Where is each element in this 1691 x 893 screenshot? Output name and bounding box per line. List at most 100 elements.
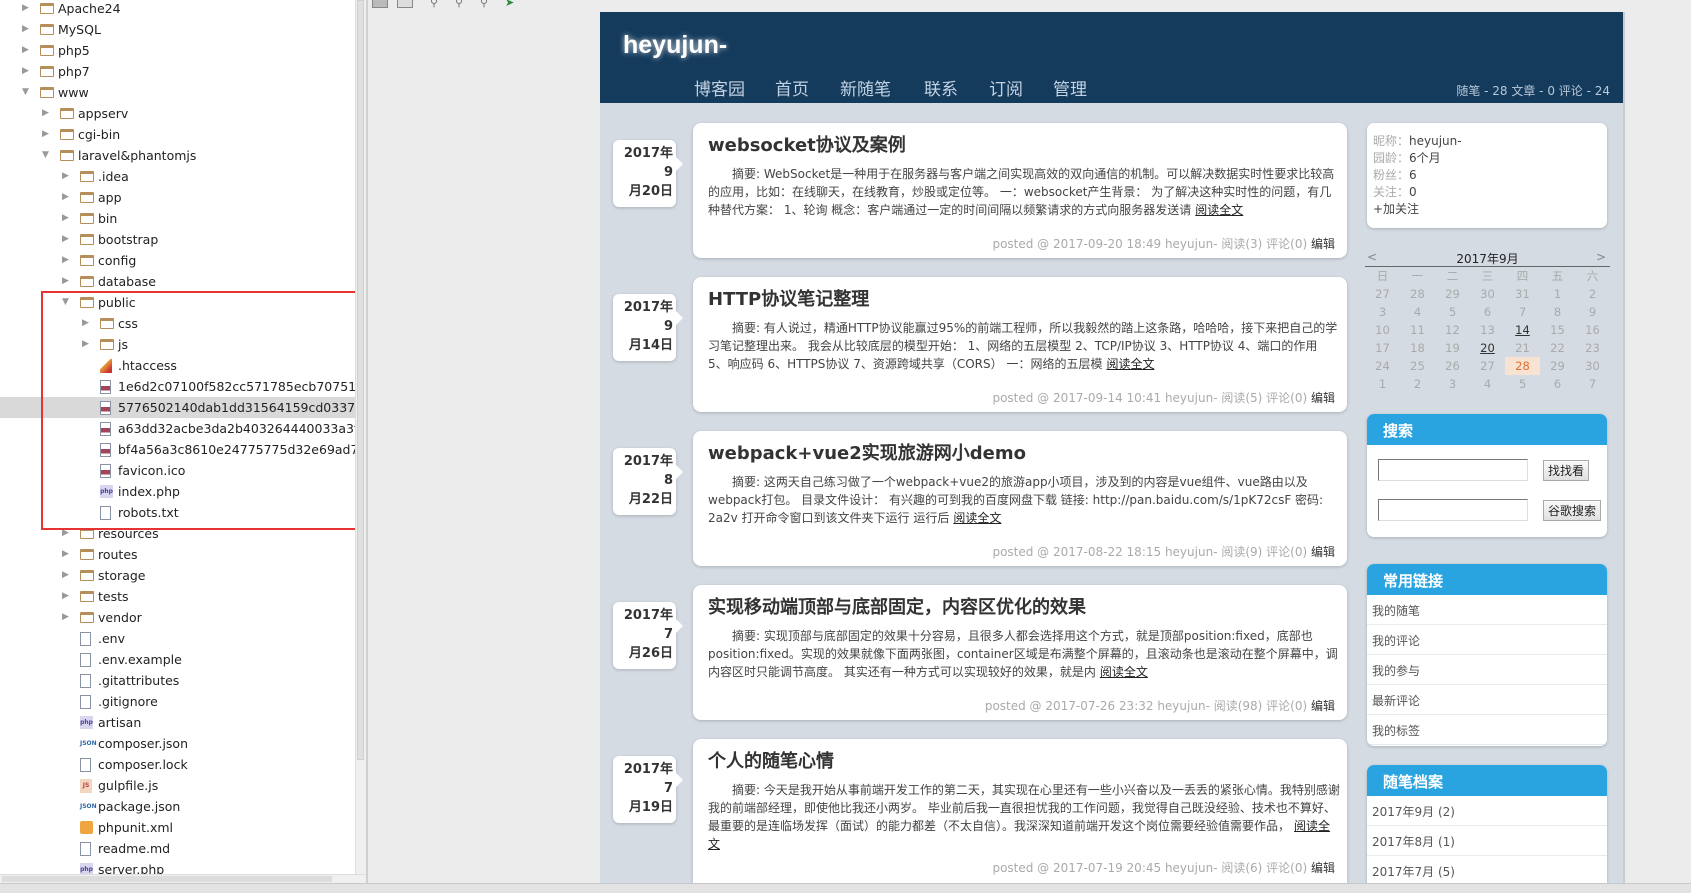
common-link[interactable]: 我的评论 (1367, 625, 1607, 655)
tree-item[interactable]: composer.lock (0, 754, 355, 775)
post-title[interactable]: 实现移动端顶部与底部固定，内容区优化的效果 (708, 593, 1086, 619)
expanded-arrow-icon[interactable]: ▼ (62, 292, 74, 313)
zoom-fit-icon[interactable]: ⚲ (480, 0, 488, 9)
post-title[interactable]: 个人的随笔心情 (708, 747, 834, 773)
tree-item[interactable]: ▶ database (0, 271, 355, 292)
tree-item[interactable]: 5776502140dab1dd31564159cd033754.png (0, 397, 355, 418)
nav-link[interactable]: 新随笔 (840, 75, 891, 100)
edit-link[interactable]: 编辑 (1311, 237, 1335, 251)
collapsed-arrow-icon[interactable]: ▶ (22, 0, 34, 19)
nav-link[interactable]: 联系 (924, 75, 958, 100)
tree-item[interactable]: favicon.ico (0, 460, 355, 481)
tree-item[interactable]: JSON composer.json (0, 733, 355, 754)
tree-item[interactable]: .htaccess (0, 355, 355, 376)
post-title[interactable]: webpack+vue2实现旅游网小demo (708, 439, 1026, 465)
tree-item[interactable]: bf4a56a3c8610e24775775d32e69ad78.png (0, 439, 355, 460)
edit-link[interactable]: 编辑 (1311, 391, 1335, 405)
tree-item[interactable]: robots.txt (0, 502, 355, 523)
tree-item[interactable]: ▶ css (0, 313, 355, 334)
tree-item[interactable]: ▶ bin (0, 208, 355, 229)
grid-view-icon[interactable] (397, 0, 413, 8)
edit-link[interactable]: 编辑 (1311, 861, 1335, 875)
nav-link[interactable]: 首页 (775, 75, 809, 100)
common-link[interactable]: 最新评论 (1367, 685, 1607, 715)
nav-link[interactable]: 订阅 (989, 75, 1023, 100)
tree-item[interactable]: ▶ js (0, 334, 355, 355)
tree-item[interactable]: ▶ storage (0, 565, 355, 586)
nav-link[interactable]: 管理 (1053, 75, 1087, 100)
read-more-link[interactable]: 阅读全文 (1100, 665, 1148, 679)
site-search-input[interactable] (1378, 459, 1528, 481)
collapsed-arrow-icon[interactable]: ▶ (82, 334, 94, 355)
tree-item[interactable]: ▶ php7 (0, 61, 355, 82)
collapsed-arrow-icon[interactable]: ▶ (62, 166, 74, 187)
collapsed-arrow-icon[interactable]: ▶ (62, 523, 74, 544)
tree-item[interactable]: .env.example (0, 649, 355, 670)
collapsed-arrow-icon[interactable]: ▶ (22, 61, 34, 82)
read-more-link[interactable]: 阅读全文 (953, 511, 1001, 525)
tree-item[interactable]: ▼ public (0, 292, 355, 313)
follow-link[interactable]: +加关注 (1373, 201, 1601, 218)
common-link[interactable]: 我的参与 (1367, 655, 1607, 685)
archive-link[interactable]: 2017年9月 (2) (1367, 796, 1607, 826)
panel-divider[interactable] (366, 0, 368, 883)
site-search-button[interactable]: 找找看 (1543, 460, 1590, 481)
collapsed-arrow-icon[interactable]: ▶ (22, 19, 34, 40)
edit-link[interactable]: 编辑 (1311, 545, 1335, 559)
profile-value[interactable]: heyujun- (1409, 134, 1462, 148)
tree-scroll-thumb[interactable] (357, 0, 364, 760)
tree-item[interactable]: ▼ laravel&phantomjs (0, 145, 355, 166)
tree-item[interactable]: phpunit.xml (0, 817, 355, 838)
single-page-view-icon[interactable] (372, 0, 388, 8)
tree-item[interactable]: ▶ vendor (0, 607, 355, 628)
tree-item[interactable]: ▶ app (0, 187, 355, 208)
post-title[interactable]: HTTP协议笔记整理 (708, 285, 869, 311)
read-more-link[interactable]: 阅读全文 (1195, 203, 1243, 217)
calendar-day-link[interactable]: 14 (1505, 321, 1540, 339)
nav-link[interactable]: 博客园 (694, 75, 745, 100)
tree-item[interactable]: 1e6d2c07100f582cc571785ecb70751e.png (0, 376, 355, 397)
google-search-button[interactable]: 谷歌搜索 (1543, 500, 1602, 521)
calendar-next-button[interactable]: > (1596, 250, 1606, 264)
collapsed-arrow-icon[interactable]: ▶ (62, 544, 74, 565)
tree-item[interactable]: php artisan (0, 712, 355, 733)
collapsed-arrow-icon[interactable]: ▶ (62, 565, 74, 586)
tree-item[interactable]: ▶ config (0, 250, 355, 271)
collapsed-arrow-icon[interactable]: ▶ (62, 271, 74, 292)
tree-item[interactable]: ▶ cgi-bin (0, 124, 355, 145)
collapsed-arrow-icon[interactable]: ▶ (62, 229, 74, 250)
tree-item[interactable]: .gitignore (0, 691, 355, 712)
collapsed-arrow-icon[interactable]: ▶ (42, 124, 54, 145)
tree-item[interactable]: ▼ www (0, 82, 355, 103)
blog-title[interactable]: heyujun- (623, 31, 727, 60)
rotate-icon[interactable]: ➤ (505, 0, 514, 9)
tree-item[interactable]: .gitattributes (0, 670, 355, 691)
tree-hscroll-thumb[interactable] (2, 876, 332, 882)
read-more-link[interactable]: 阅读全文 (1106, 357, 1154, 371)
zoom-in-icon[interactable]: ⚲ (430, 0, 438, 9)
common-link[interactable]: 我的标签 (1367, 715, 1607, 745)
tree-item[interactable]: php index.php (0, 481, 355, 502)
collapsed-arrow-icon[interactable]: ▶ (42, 103, 54, 124)
tree-item[interactable]: php server.php (0, 859, 355, 874)
tree-item[interactable]: ▶ MySQL (0, 19, 355, 40)
tree-item[interactable]: ▶ routes (0, 544, 355, 565)
collapsed-arrow-icon[interactable]: ▶ (62, 208, 74, 229)
tree-item[interactable]: ▶ tests (0, 586, 355, 607)
collapsed-arrow-icon[interactable]: ▶ (62, 250, 74, 271)
tree-item[interactable]: ▶ .idea (0, 166, 355, 187)
tree-item[interactable]: ▶ appserv (0, 103, 355, 124)
collapsed-arrow-icon[interactable]: ▶ (62, 586, 74, 607)
tree-item[interactable]: ▶ Apache24 (0, 0, 355, 19)
calendar-prev-button[interactable]: < (1367, 250, 1377, 264)
tree-item[interactable]: readme.md (0, 838, 355, 859)
post-title[interactable]: websocket协议及案例 (708, 131, 906, 157)
archive-link[interactable]: 2017年8月 (1) (1367, 826, 1607, 856)
collapsed-arrow-icon[interactable]: ▶ (22, 40, 34, 61)
collapsed-arrow-icon[interactable]: ▶ (62, 187, 74, 208)
tree-item[interactable]: JSON package.json (0, 796, 355, 817)
zoom-out-icon[interactable]: ⚲ (455, 0, 463, 9)
tree-item[interactable]: a63dd32acbe3da2b403264440033a3fa.png (0, 418, 355, 439)
tree-item[interactable]: ▶ php5 (0, 40, 355, 61)
collapsed-arrow-icon[interactable]: ▶ (82, 313, 94, 334)
